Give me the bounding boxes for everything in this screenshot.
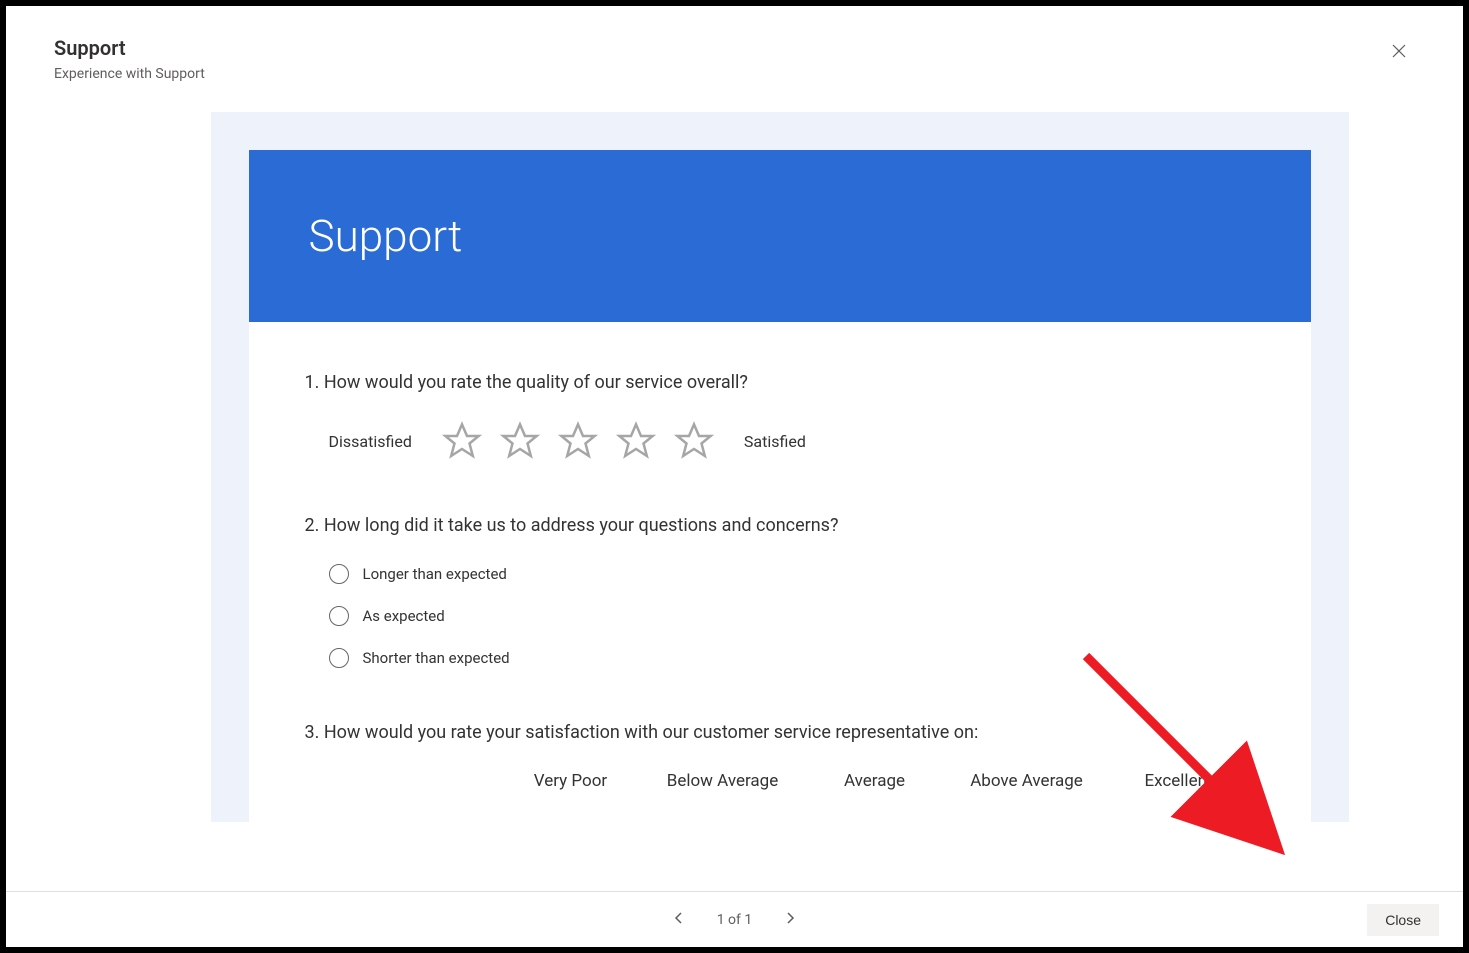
modal-header: Support Experience with Support (6, 6, 1463, 92)
survey-scroll-area[interactable]: Support 1. How would you rate the qualit… (211, 112, 1349, 822)
modal-title: Support (54, 36, 205, 60)
survey-hero: Support (249, 150, 1311, 322)
radio-option-longer[interactable]: Longer than expected (329, 564, 1255, 584)
radio-icon (329, 564, 349, 584)
page-indicator: 1 of 1 (717, 912, 753, 928)
likert-col-above-average: Above Average (951, 771, 1103, 791)
star-group (442, 421, 714, 461)
question-1: 1. How would you rate the quality of our… (305, 372, 1255, 461)
close-icon-button[interactable] (1383, 36, 1415, 68)
radio-option-expected[interactable]: As expected (329, 606, 1255, 626)
likert-col-very-poor: Very Poor (495, 771, 647, 791)
star-3[interactable] (558, 421, 598, 461)
star-5[interactable] (674, 421, 714, 461)
radio-group: Longer than expected As expected Shorter… (305, 564, 1255, 668)
radio-label: Longer than expected (363, 565, 507, 583)
question-1-text: 1. How would you rate the quality of our… (305, 372, 1255, 393)
radio-label: As expected (363, 607, 445, 625)
chevron-right-icon (784, 912, 796, 927)
star-4[interactable] (616, 421, 656, 461)
likert-header-row: Very Poor Below Average Average Above Av… (305, 771, 1255, 791)
rating-low-label: Dissatisfied (329, 432, 412, 451)
radio-icon (329, 606, 349, 626)
modal-subtitle: Experience with Support (54, 66, 205, 82)
modal-dialog: Support Experience with Support Support … (6, 6, 1463, 947)
modal-body: Support 1. How would you rate the qualit… (6, 92, 1463, 891)
pagination: 1 of 1 (665, 906, 805, 934)
next-page-button[interactable] (776, 906, 804, 934)
close-button[interactable]: Close (1367, 904, 1439, 936)
star-2[interactable] (500, 421, 540, 461)
likert-col-excellent: Excellent (1103, 771, 1255, 791)
likert-col-average: Average (799, 771, 951, 791)
radio-icon (329, 648, 349, 668)
question-3-text: 3. How would you rate your satisfaction … (305, 722, 1255, 743)
radio-label: Shorter than expected (363, 649, 510, 667)
question-3: 3. How would you rate your satisfaction … (305, 722, 1255, 791)
prev-page-button[interactable] (665, 906, 693, 934)
star-1[interactable] (442, 421, 482, 461)
chevron-left-icon (673, 912, 685, 927)
radio-option-shorter[interactable]: Shorter than expected (329, 648, 1255, 668)
star-rating-row: Dissatisfied Satisfied (305, 421, 1255, 461)
question-2-text: 2. How long did it take us to address yo… (305, 515, 1255, 536)
survey-hero-title: Support (309, 210, 1251, 262)
close-icon (1392, 44, 1406, 61)
survey-content: 1. How would you rate the quality of our… (249, 322, 1311, 822)
modal-footer: 1 of 1 Close (6, 891, 1463, 947)
rating-high-label: Satisfied (744, 432, 806, 451)
question-2: 2. How long did it take us to address yo… (305, 515, 1255, 668)
likert-col-below-average: Below Average (647, 771, 799, 791)
